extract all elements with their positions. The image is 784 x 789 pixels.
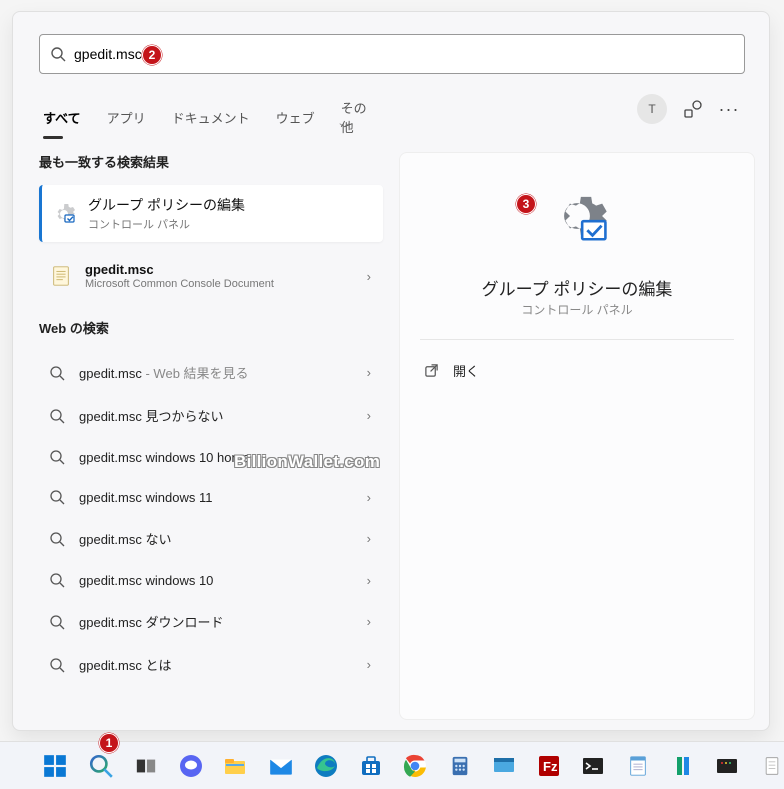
taskbar-terminal[interactable] bbox=[581, 752, 606, 780]
chevron-right-icon: › bbox=[367, 657, 371, 672]
taskbar-app-3[interactable] bbox=[715, 752, 740, 780]
web-result[interactable]: gpedit.msc windows 10› bbox=[39, 560, 383, 600]
annotation-1: 1 bbox=[99, 733, 119, 753]
chevron-right-icon: › bbox=[367, 573, 371, 588]
tab-more[interactable]: その他 ﹀ bbox=[341, 98, 376, 144]
taskbar-search[interactable] bbox=[88, 752, 114, 780]
search-icon bbox=[49, 408, 65, 424]
section-best-match: 最も一致する検索結果 bbox=[39, 152, 383, 171]
best-match-subtitle: コントロール パネル bbox=[88, 216, 245, 232]
options-icon[interactable] bbox=[683, 99, 703, 119]
document-title: gpedit.msc bbox=[85, 262, 274, 277]
chevron-down-icon: ﹀ bbox=[339, 124, 349, 135]
chevron-right-icon: › bbox=[367, 531, 371, 546]
taskbar-store[interactable] bbox=[358, 752, 383, 780]
annotation-3: 3 bbox=[516, 194, 536, 214]
web-result[interactable]: gpedit.msc windows 11› bbox=[39, 477, 383, 517]
web-result[interactable]: gpedit.msc windows 10 home› bbox=[39, 437, 383, 477]
tab-web[interactable]: ウェブ bbox=[276, 108, 315, 135]
search-icon bbox=[49, 365, 65, 381]
document-result[interactable]: gpedit.msc Microsoft Common Console Docu… bbox=[39, 252, 383, 300]
detail-title: グループ ポリシーの編集 bbox=[400, 275, 754, 300]
taskbar-app-2[interactable] bbox=[670, 752, 695, 780]
search-icon bbox=[49, 489, 65, 505]
web-result[interactable]: gpedit.msc 見つからない› bbox=[39, 394, 383, 437]
web-results-list: gpedit.msc - Web 結果を見る › gpedit.msc 見つから… bbox=[39, 351, 383, 686]
document-icon bbox=[49, 264, 73, 288]
web-result[interactable]: gpedit.msc とは› bbox=[39, 643, 383, 686]
document-subtitle: Microsoft Common Console Document bbox=[85, 278, 274, 290]
taskbar-edge[interactable] bbox=[314, 752, 339, 780]
filter-tabs: すべて アプリ ドキュメント ウェブ その他 ﹀ bbox=[43, 98, 739, 144]
search-panel: すべて アプリ ドキュメント ウェブ その他 ﹀ T ··· 最も一致する検索結… bbox=[12, 11, 770, 731]
web-result[interactable]: gpedit.msc ダウンロード› bbox=[39, 600, 383, 643]
chevron-right-icon: › bbox=[367, 450, 371, 465]
open-action[interactable]: 開く bbox=[424, 361, 479, 380]
open-external-icon bbox=[424, 363, 439, 378]
chevron-right-icon: › bbox=[367, 365, 371, 380]
detail-pane: グループ ポリシーの編集 コントロール パネル 開く bbox=[399, 152, 755, 720]
tab-all[interactable]: すべて bbox=[43, 108, 81, 135]
best-match-title: グループ ポリシーの編集 bbox=[88, 195, 245, 215]
section-web: Web の検索 bbox=[39, 318, 383, 337]
taskbar-filezilla[interactable]: Fz bbox=[537, 752, 562, 780]
search-icon bbox=[49, 449, 65, 465]
taskbar-chat[interactable] bbox=[179, 752, 204, 780]
annotation-2: 2 bbox=[142, 45, 162, 65]
tab-documents[interactable]: ドキュメント bbox=[172, 108, 250, 135]
search-input[interactable] bbox=[74, 46, 734, 62]
taskbar-chrome[interactable] bbox=[403, 752, 428, 780]
start-button[interactable] bbox=[42, 752, 68, 780]
search-icon bbox=[49, 572, 65, 588]
tab-apps[interactable]: アプリ bbox=[107, 108, 146, 135]
taskbar-mail[interactable] bbox=[268, 752, 294, 780]
gear-icon bbox=[52, 202, 76, 226]
search-icon bbox=[49, 531, 65, 547]
chevron-right-icon: › bbox=[367, 614, 371, 629]
web-result[interactable]: gpedit.msc ない› bbox=[39, 517, 383, 560]
taskbar-app-4[interactable] bbox=[760, 752, 784, 780]
taskbar: Fz bbox=[0, 741, 784, 789]
taskbar-notepad[interactable] bbox=[626, 752, 651, 780]
taskbar-app[interactable] bbox=[492, 752, 517, 780]
svg-text:Fz: Fz bbox=[543, 759, 558, 774]
taskbar-taskview[interactable] bbox=[134, 752, 159, 780]
search-icon bbox=[49, 614, 65, 630]
chevron-right-icon: › bbox=[367, 408, 371, 423]
web-result[interactable]: gpedit.msc - Web 結果を見る › bbox=[39, 351, 383, 394]
taskbar-explorer[interactable] bbox=[223, 752, 248, 780]
chevron-right-icon: › bbox=[367, 490, 371, 505]
user-avatar[interactable]: T bbox=[637, 94, 667, 124]
divider bbox=[420, 339, 734, 340]
open-label: 開く bbox=[453, 361, 479, 380]
search-icon bbox=[49, 657, 65, 673]
search-icon bbox=[50, 46, 66, 62]
gear-check-icon bbox=[546, 185, 608, 252]
chevron-right-icon: › bbox=[367, 269, 371, 284]
more-icon[interactable]: ··· bbox=[719, 99, 739, 119]
detail-subtitle: コントロール パネル bbox=[400, 301, 754, 318]
taskbar-calculator[interactable] bbox=[447, 752, 472, 780]
best-match-item[interactable]: グループ ポリシーの編集 コントロール パネル bbox=[39, 185, 383, 242]
